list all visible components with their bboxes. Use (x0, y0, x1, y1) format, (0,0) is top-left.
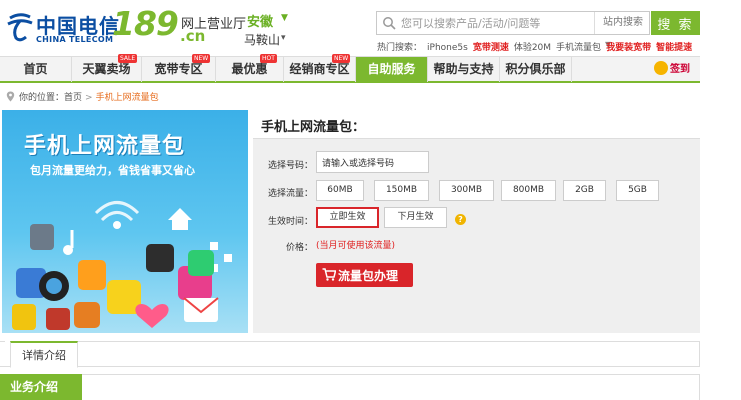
price-label: 价格： (285, 243, 313, 253)
sale-badge: SALE (118, 54, 138, 63)
nav-item-label: 首页 (23, 62, 48, 76)
detail-tab-bar: 详情介绍 (0, 341, 700, 368)
hot-badge: HOT (260, 54, 277, 63)
checkin-icon (654, 61, 668, 75)
effective-next-month-option[interactable]: 下月生效 (384, 207, 447, 228)
form-title: 手机上网流量包： (261, 120, 366, 135)
brand-name-en[interactable]: CHINA TELECOM (36, 35, 113, 44)
hot-search-item[interactable]: 体验20M (514, 43, 551, 53)
breadcrumb-separator: > (85, 93, 93, 103)
city-caret-icon[interactable]: ▾ (281, 33, 286, 43)
nav-item-label: 帮助与支持 (433, 62, 494, 76)
checkin-label: 签到 (670, 64, 690, 75)
breadcrumb-current: 手机上网流量包 (95, 93, 159, 103)
nav-item-label: 经销商专区 (289, 62, 350, 76)
nav-item-self-service[interactable]: 自助服务 (356, 57, 428, 82)
tab-detail-intro[interactable]: 详情介绍 (10, 341, 78, 368)
nav-item-label: 最优惠 (231, 62, 268, 76)
hot-search-item[interactable]: 智能提速 (656, 43, 692, 53)
data-option-150mb[interactable]: 150MB (374, 180, 429, 201)
data-option-300mb[interactable]: 300MB (439, 180, 494, 201)
tab-bar-divider (0, 341, 5, 367)
phone-label: 选择号码： (267, 161, 313, 171)
nav-item-label: 宽带专区 (154, 62, 203, 76)
nav-item-mall[interactable]: 天翼卖场 SALE (72, 54, 142, 82)
banner-title: 手机上网流量包 (24, 134, 186, 159)
data-option-60mb[interactable]: 60MB (316, 180, 364, 201)
promo-banner: 手机上网流量包 包月流量更给力，省钱省事又省心 (2, 110, 248, 333)
business-intro-heading: 业务介绍 (0, 374, 82, 400)
main-nav: 首页 天翼卖场 SALE 宽带专区 NEW 最优惠 HOT 经销商专区 NEW 自助服务… (0, 54, 700, 83)
order-data-package-button[interactable]: 流量包办理 (316, 263, 413, 287)
header: 中国电信 CHINA TELECOM 189 .cn 网上营业厅 安徽 ▼ 马鞍… (0, 0, 741, 56)
search-scope-label: 站内搜索 (603, 17, 643, 28)
nav-item-label: 天翼卖场 (82, 62, 131, 76)
tab-bar-divider (78, 341, 700, 367)
nav-item-points-club[interactable]: 积分俱乐部 (500, 57, 572, 82)
price-note: (当月可使用该流量) (316, 241, 396, 251)
effective-immediately-option[interactable]: 立即生效 (316, 207, 379, 228)
data-option-5gb[interactable]: 5GB (616, 180, 659, 201)
app-icons-illustration (12, 201, 232, 330)
breadcrumb: 你的位置：首页 > 手机上网流量包 (6, 90, 159, 103)
nav-item-label: 积分俱乐部 (505, 62, 566, 76)
location-pin-icon (6, 91, 15, 102)
data-option-800mb[interactable]: 800MB (501, 180, 556, 201)
search-input[interactable] (401, 15, 566, 31)
help-question-icon[interactable]: ? (455, 214, 466, 225)
search-icon (383, 17, 396, 30)
hot-search-label: 热门搜索： (377, 43, 423, 53)
nav-item-help[interactable]: 帮助与支持 (428, 57, 500, 82)
nav-item-label: 自助服务 (367, 62, 416, 76)
breadcrumb-prefix: 你的位置： (19, 93, 65, 103)
province-caret-icon[interactable]: ▼ (281, 13, 288, 23)
hot-search-item[interactable]: 我要装宽带 (606, 43, 651, 53)
data-option-2gb[interactable]: 2GB (563, 180, 606, 201)
phone-number-input[interactable] (316, 151, 429, 173)
brand-number[interactable]: 189 (112, 4, 179, 43)
hall-title: 网上营业厅 (181, 17, 247, 32)
data-package-label: 选择流量： (267, 189, 313, 199)
checkin-button[interactable]: 签到 (654, 61, 690, 79)
nav-item-deals[interactable]: 最优惠 HOT (216, 54, 284, 82)
search-scope-dropdown[interactable]: 站内搜索▼ (594, 12, 650, 49)
search-button[interactable]: 搜 索 (651, 11, 700, 35)
banner-subtitle: 包月流量更给力，省钱省事又省心 (30, 164, 195, 177)
section-divider (0, 374, 700, 400)
hot-search-item[interactable]: 手机流量包 (556, 43, 601, 53)
new-badge: NEW (332, 54, 351, 63)
order-button-label: 流量包办理 (338, 268, 399, 283)
breadcrumb-home[interactable]: 首页 (64, 93, 82, 103)
nav-item-home[interactable]: 首页 (0, 57, 72, 82)
hot-search-item[interactable]: 宽带测速 (473, 43, 509, 53)
effective-time-label: 生效时间： (267, 217, 313, 227)
city-selector[interactable]: 马鞍山 (244, 31, 280, 48)
province-selector[interactable]: 安徽 (247, 11, 273, 30)
cart-icon (322, 268, 336, 281)
hot-search-item[interactable]: iPhone5s (427, 43, 468, 53)
nav-item-dealers[interactable]: 经销商专区 NEW (284, 54, 356, 82)
nav-item-broadband[interactable]: 宽带专区 NEW (142, 54, 216, 82)
search-box: 站内搜索▼ (376, 11, 650, 49)
china-telecom-logo-icon[interactable] (6, 12, 34, 42)
new-badge: NEW (192, 54, 211, 63)
hot-search: 热门搜索： iPhone5s 宽带测速 体验20M 手机流量包 我要装宽带 智能提速 (377, 40, 692, 53)
order-form-panel: 选择号码： 选择流量： 60MB 150MB 300MB 800MB 2GB 5… (253, 138, 700, 333)
